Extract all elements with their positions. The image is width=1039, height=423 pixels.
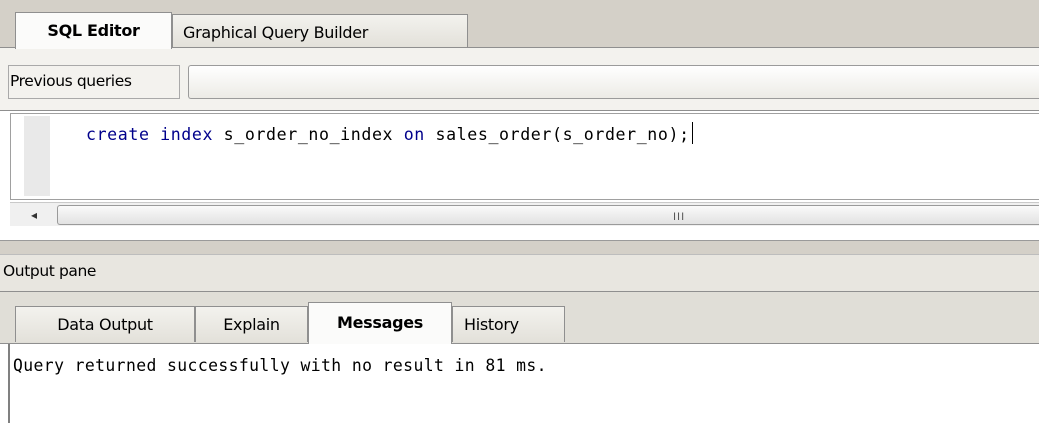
- tab-graphical-query-builder[interactable]: Graphical Query Builder: [172, 14, 468, 47]
- keyword-create-index: create index: [86, 125, 214, 144]
- output-pane-title-bar: [0, 254, 1039, 292]
- tab-messages[interactable]: Messages: [308, 302, 452, 344]
- code-index-name: s_order_no_index: [213, 125, 404, 144]
- pane-splitter[interactable]: [0, 240, 1039, 254]
- scrollbar-grip-icon: III: [673, 211, 686, 223]
- tab-data-output[interactable]: Data Output: [15, 306, 195, 342]
- tab-explain[interactable]: Explain: [195, 306, 308, 342]
- text-caret: [691, 122, 693, 144]
- code-table-column: sales_order(s_order_no);: [424, 125, 690, 144]
- line-number-gutter: [24, 116, 50, 196]
- previous-queries-dropdown[interactable]: [188, 65, 1039, 99]
- keyword-on: on: [403, 125, 425, 144]
- previous-queries-label: Previous queries: [10, 72, 132, 90]
- messages-panel-border: [8, 344, 10, 423]
- messages-panel: [0, 343, 1039, 423]
- output-pane-title: Output pane: [3, 262, 97, 280]
- tab-history[interactable]: History: [452, 306, 565, 342]
- scrollbar-thumb[interactable]: [57, 205, 1039, 225]
- sql-code[interactable]: create index s_order_no_index on sales_o…: [86, 122, 693, 144]
- tab-sql-editor[interactable]: SQL Editor: [15, 12, 172, 49]
- scroll-left-arrow-icon[interactable]: ◂: [23, 206, 45, 224]
- query-result-message: Query returned successfully with no resu…: [13, 356, 547, 375]
